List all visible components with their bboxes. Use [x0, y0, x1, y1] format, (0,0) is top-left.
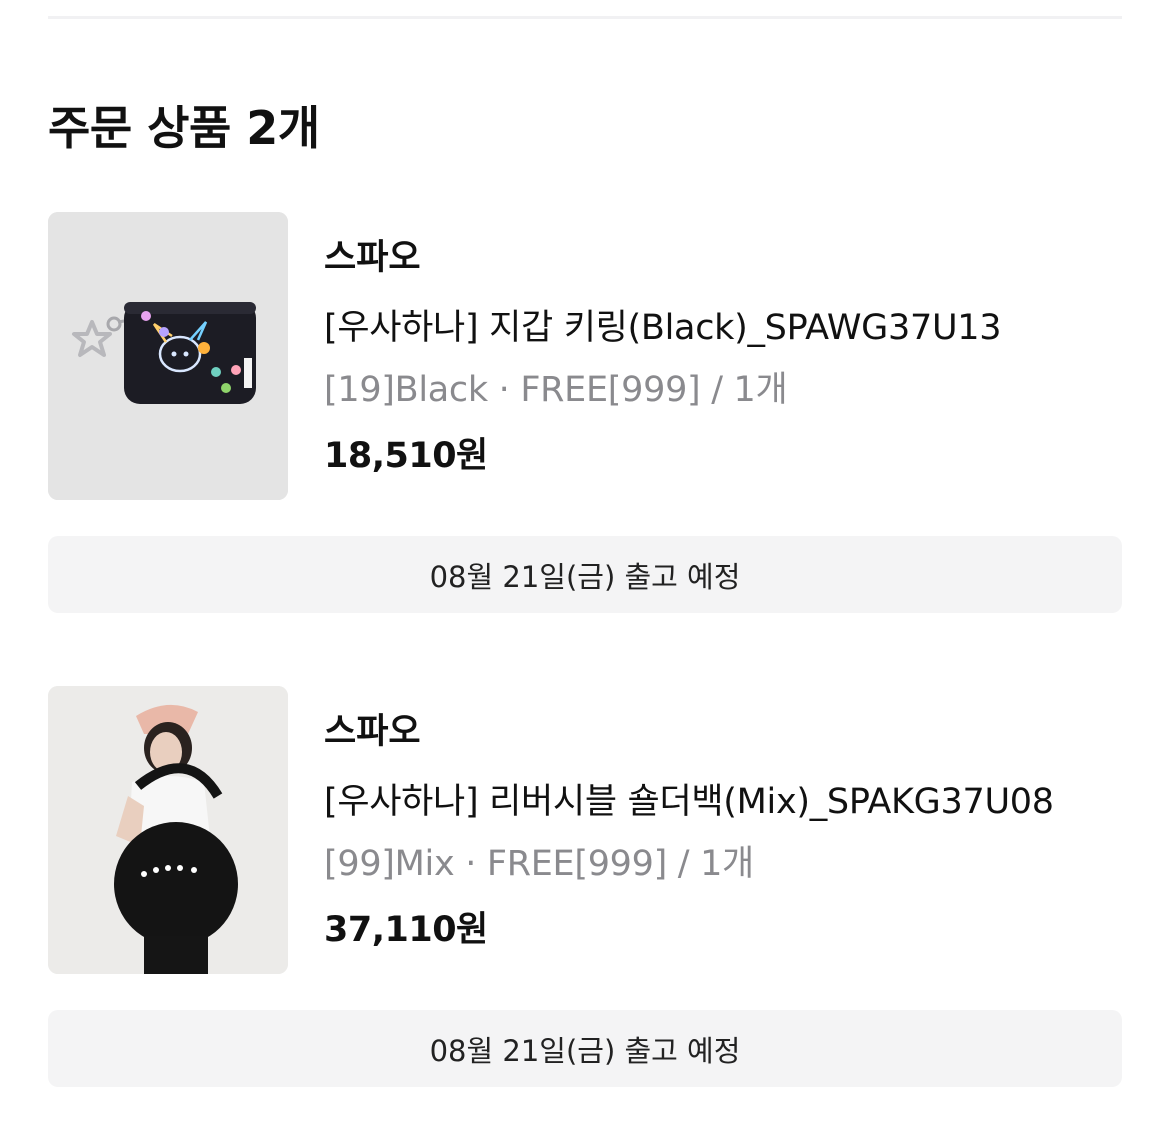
brand-name[interactable]: 스파오 — [324, 712, 421, 752]
wallet-keyring-image — [48, 212, 288, 500]
section-title: 주문 상품 2개 — [48, 101, 320, 155]
shipping-schedule-text: 08월 21일(금) 출고 예정 — [429, 1033, 741, 1068]
shipping-schedule-text: 08월 21일(금) 출고 예정 — [429, 559, 741, 594]
product-options: [99]Mix · FREE[999] / 1개 — [324, 844, 754, 884]
order-products-page: 주문 상품 2개 스파오 [우사하나] 지갑 키링(Black)_SPAWG37… — [0, 0, 1170, 1133]
product-name[interactable]: [우사하나] 리버시블 숄더백(Mix)_SPAKG37U08 — [324, 782, 1054, 822]
shipping-schedule-box: 08월 21일(금) 출고 예정 — [48, 1010, 1122, 1087]
shipping-schedule-box: 08월 21일(금) 출고 예정 — [48, 536, 1122, 613]
product-name[interactable]: [우사하나] 지갑 키링(Black)_SPAWG37U13 — [324, 308, 1002, 348]
product-thumbnail[interactable] — [48, 686, 288, 974]
brand-name[interactable]: 스파오 — [324, 238, 421, 278]
product-thumbnail[interactable] — [48, 212, 288, 500]
shoulder-bag-image — [48, 686, 288, 974]
product-price: 18,510원 — [324, 436, 488, 476]
top-divider — [48, 16, 1122, 19]
product-options: [19]Black · FREE[999] / 1개 — [324, 370, 788, 410]
product-price: 37,110원 — [324, 910, 488, 950]
